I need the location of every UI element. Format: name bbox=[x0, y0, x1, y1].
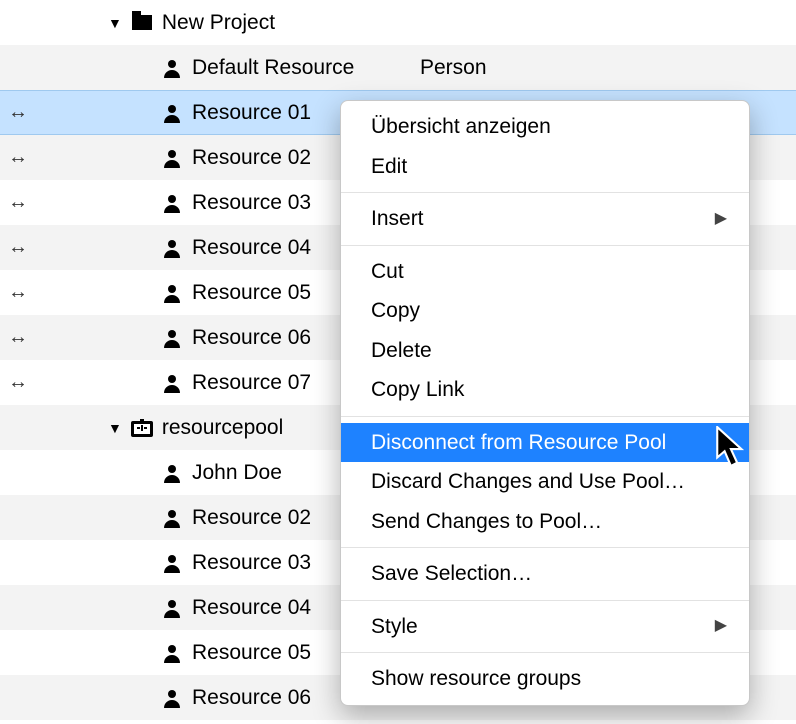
resource-label: Resource 02 bbox=[186, 146, 311, 170]
menu-item-copy[interactable]: Copy bbox=[341, 291, 749, 331]
menu-label: Copy bbox=[371, 295, 420, 327]
menu-label: Discard Changes and Use Pool… bbox=[371, 466, 685, 498]
resource-type: Person bbox=[420, 56, 487, 80]
context-menu: Übersicht anzeigen Edit Insert ▶ Cut Copy… bbox=[340, 100, 750, 706]
person-icon bbox=[158, 508, 186, 528]
link-indicator: ↔ bbox=[8, 326, 38, 349]
person-icon bbox=[158, 58, 186, 78]
resource-label: John Doe bbox=[186, 461, 282, 485]
submenu-arrow-icon: ▶ bbox=[715, 207, 727, 231]
person-icon bbox=[158, 148, 186, 168]
menu-separator bbox=[341, 600, 749, 601]
link-indicator: ↔ bbox=[8, 371, 38, 394]
project-label: New Project bbox=[156, 11, 275, 35]
resource-label: Resource 03 bbox=[186, 551, 311, 575]
link-indicator: ↔ bbox=[8, 146, 38, 169]
resource-label: Resource 04 bbox=[186, 596, 311, 620]
menu-label: Save Selection… bbox=[371, 558, 532, 590]
link-indicator: ↔ bbox=[8, 281, 38, 304]
menu-label: Disconnect from Resource Pool bbox=[371, 427, 666, 459]
menu-item-show-resource-groups[interactable]: Show resource groups bbox=[341, 659, 749, 699]
menu-label: Delete bbox=[371, 335, 432, 367]
resource-pool-icon bbox=[128, 419, 156, 437]
resource-label: Resource 02 bbox=[186, 506, 311, 530]
folder-icon bbox=[128, 15, 156, 30]
menu-item-edit[interactable]: Edit bbox=[341, 147, 749, 187]
resource-label: Resource 06 bbox=[186, 326, 311, 350]
tree-row-default-resource[interactable]: Default Resource Person bbox=[0, 45, 796, 90]
resource-label: Resource 05 bbox=[186, 641, 311, 665]
resource-label: Resource 01 bbox=[186, 101, 311, 125]
resource-label: Resource 06 bbox=[186, 686, 311, 710]
menu-label: Copy Link bbox=[371, 374, 464, 406]
person-icon bbox=[158, 373, 186, 393]
person-icon bbox=[158, 553, 186, 573]
resource-label: Resource 03 bbox=[186, 191, 311, 215]
menu-label: Show resource groups bbox=[371, 663, 581, 695]
link-indicator: ↔ bbox=[8, 191, 38, 214]
menu-item-save-selection[interactable]: Save Selection… bbox=[341, 554, 749, 594]
disclosure-triangle[interactable]: ▼ bbox=[108, 420, 122, 436]
person-icon bbox=[158, 643, 186, 663]
link-indicator: ↔ bbox=[8, 236, 38, 259]
link-indicator: ↔ bbox=[8, 101, 38, 124]
person-icon bbox=[158, 103, 186, 123]
resource-label: Resource 04 bbox=[186, 236, 311, 260]
menu-label: Edit bbox=[371, 151, 407, 183]
menu-item-delete[interactable]: Delete bbox=[341, 331, 749, 371]
menu-item-discard-changes[interactable]: Discard Changes and Use Pool… bbox=[341, 462, 749, 502]
tree-row-project[interactable]: ▼ New Project bbox=[0, 0, 796, 45]
menu-label: Style bbox=[371, 611, 418, 643]
menu-item-disconnect-pool[interactable]: Disconnect from Resource Pool bbox=[341, 423, 749, 463]
person-icon bbox=[158, 598, 186, 618]
menu-item-copy-link[interactable]: Copy Link bbox=[341, 370, 749, 410]
submenu-arrow-icon: ▶ bbox=[715, 614, 727, 638]
menu-item-insert[interactable]: Insert ▶ bbox=[341, 199, 749, 239]
disclosure-triangle[interactable]: ▼ bbox=[108, 15, 122, 31]
resource-label: Resource 07 bbox=[186, 371, 311, 395]
menu-label: Insert bbox=[371, 203, 424, 235]
menu-separator bbox=[341, 192, 749, 193]
menu-item-overview[interactable]: Übersicht anzeigen bbox=[341, 107, 749, 147]
person-icon bbox=[158, 283, 186, 303]
menu-item-style[interactable]: Style ▶ bbox=[341, 607, 749, 647]
menu-separator bbox=[341, 416, 749, 417]
menu-item-cut[interactable]: Cut bbox=[341, 252, 749, 292]
person-icon bbox=[158, 328, 186, 348]
menu-label: Cut bbox=[371, 256, 404, 288]
person-icon bbox=[158, 193, 186, 213]
resource-label: Resource 05 bbox=[186, 281, 311, 305]
menu-separator bbox=[341, 652, 749, 653]
person-icon bbox=[158, 463, 186, 483]
menu-label: Übersicht anzeigen bbox=[371, 111, 551, 143]
pool-label: resourcepool bbox=[156, 416, 283, 440]
person-icon bbox=[158, 238, 186, 258]
menu-separator bbox=[341, 547, 749, 548]
person-icon bbox=[158, 688, 186, 708]
menu-label: Send Changes to Pool… bbox=[371, 506, 602, 538]
menu-separator bbox=[341, 245, 749, 246]
resource-label: Default Resource bbox=[186, 56, 354, 80]
menu-item-send-changes[interactable]: Send Changes to Pool… bbox=[341, 502, 749, 542]
